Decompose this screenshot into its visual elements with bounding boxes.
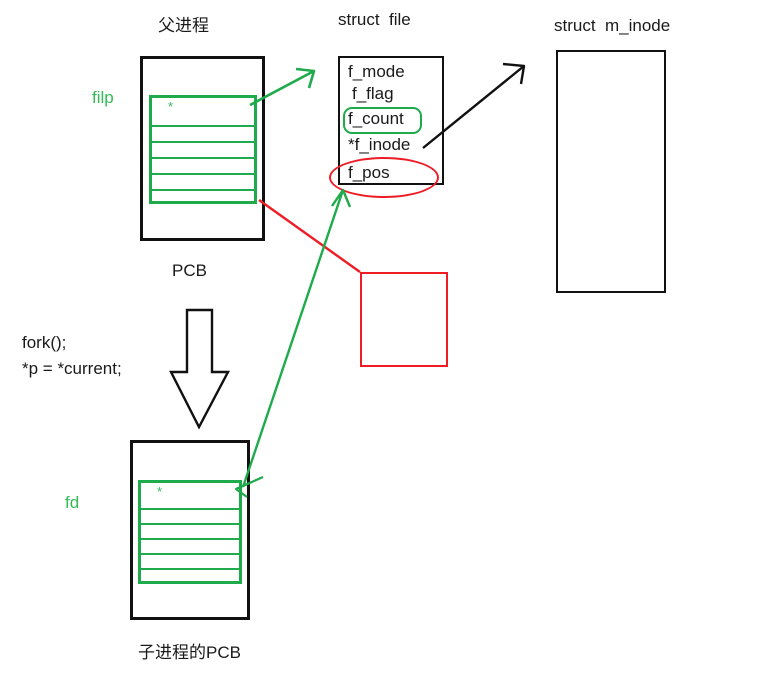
parent-filp-star: * (168, 99, 174, 114)
parent-filp-row-2 (152, 143, 254, 159)
fd-label: fd (65, 493, 80, 512)
child-fd-table: * (138, 480, 242, 584)
parent-process-title: 父进程 (158, 16, 209, 35)
red-square-box (360, 272, 448, 367)
diagram-canvas: 父进程 struct file struct m_inode * filp PC… (0, 0, 757, 674)
parent-filp-row-0: * (152, 98, 254, 127)
child-fd-row-5 (141, 570, 239, 585)
child-pcb-label: 子进程的PCB (138, 643, 241, 662)
parent-filp-table: * (149, 95, 257, 204)
parent-filp-row-4 (152, 175, 254, 191)
child-fd-row-4 (141, 555, 239, 570)
child-fd-star: * (157, 484, 163, 499)
arrow-filp-to-red-square (258, 199, 361, 273)
filp-label: filp (92, 88, 114, 107)
struct-file-title: struct file (338, 10, 411, 29)
field-f-inode: *f_inode (348, 135, 411, 154)
child-fd-row-3 (141, 540, 239, 555)
child-fd-row-1 (141, 510, 239, 525)
child-fd-row-2 (141, 525, 239, 540)
child-fd-row-0: * (141, 483, 239, 510)
field-f-mode: f_mode (348, 62, 405, 81)
parent-filp-row-3 (152, 159, 254, 175)
parent-filp-row-5 (152, 191, 254, 207)
parent-filp-row-1 (152, 127, 254, 143)
f-count-highlight-ring (343, 107, 422, 134)
fork-code-line-2: *p = *current; (22, 359, 122, 378)
fork-code-line-1: fork(); (22, 333, 67, 352)
f-pos-highlight-ellipse (329, 157, 439, 198)
struct-m-inode-title: struct m_inode (554, 16, 671, 35)
struct-m-inode-box (556, 50, 666, 293)
pcb-label: PCB (172, 261, 207, 280)
field-f-flag: f_flag (352, 84, 394, 103)
fork-block-arrow (169, 308, 230, 430)
